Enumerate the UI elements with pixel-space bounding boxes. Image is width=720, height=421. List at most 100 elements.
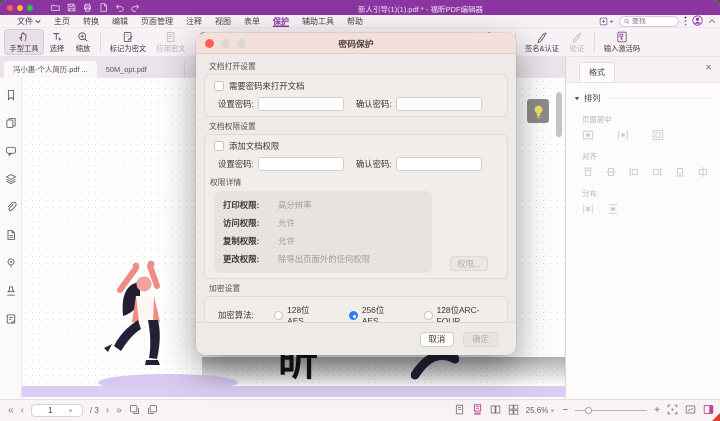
bookmark-icon[interactable]	[5, 89, 17, 101]
zoom-in-icon[interactable]: +	[654, 405, 660, 416]
aes128-radio[interactable]: 128位AES	[274, 304, 323, 322]
continuous-view-icon[interactable]	[472, 404, 483, 417]
checkbox-icon[interactable]	[214, 141, 224, 151]
page-number-input[interactable]	[40, 406, 60, 415]
form-fields-icon[interactable]	[5, 313, 17, 325]
perm-set-password-input[interactable]	[258, 157, 344, 171]
document-icon[interactable]	[5, 229, 17, 241]
apply-redact-button[interactable]: 应用密文	[151, 29, 191, 55]
new-document-icon[interactable]	[99, 3, 108, 12]
zoom-slider-knob[interactable]	[585, 407, 592, 414]
ok-button[interactable]: 确定	[463, 332, 498, 347]
perm-confirm-password-input[interactable]	[396, 157, 482, 171]
menu-accessibility[interactable]: 辅助工具	[302, 15, 334, 27]
zoom-level-dropdown[interactable]: 25.6%	[526, 406, 556, 415]
open-confirm-password-input[interactable]	[396, 97, 482, 111]
open-file-icon[interactable]	[51, 3, 60, 12]
menu-file[interactable]: 文件	[17, 15, 41, 27]
center-vertical-icon[interactable]	[617, 129, 629, 141]
center-horizontal-icon[interactable]	[582, 129, 594, 141]
vertical-scrollbar[interactable]	[556, 92, 562, 137]
permissions-button[interactable]: 权限...	[450, 256, 488, 271]
save-icon[interactable]	[67, 3, 76, 12]
undo-icon[interactable]	[115, 3, 124, 12]
arcfour128-radio[interactable]: 128位ARC-FOUR	[424, 304, 498, 322]
last-page-icon[interactable]: »	[116, 406, 122, 416]
align-right-icon[interactable]	[651, 166, 663, 178]
menu-protect[interactable]: 保护	[273, 15, 289, 27]
open-set-password-input[interactable]	[258, 97, 344, 111]
account-avatar[interactable]	[692, 15, 703, 28]
minimize-window-button[interactable]	[17, 5, 23, 11]
prev-page-icon[interactable]: ‹	[21, 406, 24, 416]
print-icon[interactable]	[83, 3, 92, 12]
destinations-icon[interactable]	[5, 257, 17, 269]
menu-comment[interactable]: 注释	[186, 15, 202, 27]
zoom-out-icon[interactable]: −	[562, 405, 568, 416]
comments-icon[interactable]	[5, 145, 17, 157]
single-page-view-icon[interactable]	[454, 404, 465, 417]
distribute-vertical-icon[interactable]	[607, 203, 619, 215]
document-tab[interactable]: 50M_opt.pdf	[97, 61, 185, 78]
first-page-icon[interactable]: «	[8, 406, 14, 416]
fit-page-icon[interactable]	[667, 404, 678, 417]
attachments-icon[interactable]	[5, 201, 17, 213]
verify-button[interactable]: 验证	[564, 29, 590, 55]
continuous-facing-view-icon[interactable]	[508, 404, 519, 417]
zoom-slider[interactable]	[575, 407, 647, 414]
signature-icon[interactable]	[5, 285, 17, 297]
next-page-icon[interactable]: ›	[106, 406, 109, 416]
activation-code-button[interactable]: 输入激活码	[599, 29, 645, 55]
select-tool-button[interactable]: 选择	[44, 29, 70, 55]
search-box[interactable]	[619, 16, 679, 27]
center-both-icon[interactable]	[652, 129, 664, 141]
redo-icon[interactable]	[131, 3, 140, 12]
menu-edit[interactable]: 编辑	[112, 15, 128, 27]
close-window-button[interactable]	[7, 5, 13, 11]
note-annotation[interactable]	[527, 99, 549, 123]
zoom-tool-button[interactable]: 缩放	[70, 29, 96, 55]
menubar: 文件 主页 转换 编辑 页面管理 注释 视图 表单 保护 辅助工具 帮助	[0, 15, 720, 28]
layers-icon[interactable]	[5, 173, 17, 185]
close-panel-icon[interactable]: ✕	[705, 64, 712, 72]
hand-tool-button[interactable]: 手型工具	[4, 29, 44, 55]
dialog-footer: 取消 确定	[196, 322, 516, 355]
menu-view[interactable]: 视图	[215, 15, 231, 27]
fullscreen-icon[interactable]	[685, 404, 696, 417]
menu-help[interactable]: 帮助	[347, 15, 363, 27]
sign-certify-button[interactable]: 签名&认证	[520, 29, 564, 55]
aes256-radio[interactable]: 256位AES	[349, 304, 398, 322]
menu-convert[interactable]: 转换	[83, 15, 99, 27]
radio-icon[interactable]	[274, 311, 283, 320]
arrange-section-header[interactable]: 排列	[574, 92, 712, 104]
mark-redact-button[interactable]: 标记为密文	[105, 29, 151, 55]
facing-view-icon[interactable]	[490, 404, 501, 417]
require-password-checkbox[interactable]: 需要密码来打开文档	[214, 80, 498, 92]
cancel-button[interactable]: 取消	[420, 332, 455, 347]
radio-icon[interactable]	[424, 311, 433, 320]
format-tab[interactable]: 格式	[579, 62, 615, 82]
menu-page-management[interactable]: 页面管理	[141, 15, 173, 27]
find-options-icon[interactable]	[599, 17, 614, 26]
collapse-toolbar-icon[interactable]	[708, 17, 716, 26]
add-permission-checkbox[interactable]: 添加文档权限	[214, 140, 498, 152]
next-view-icon[interactable]	[147, 404, 158, 417]
document-tab-active[interactable]: 冯小惠-个人简历.pdf ...	[4, 61, 97, 78]
radio-selected-icon[interactable]	[349, 311, 358, 320]
align-left-icon[interactable]	[628, 166, 640, 178]
dialog-title: 密码保护	[196, 37, 516, 50]
thumbnails-icon[interactable]	[5, 117, 17, 129]
align-top-icon[interactable]	[582, 166, 594, 178]
menu-form[interactable]: 表单	[244, 15, 260, 27]
checkbox-icon[interactable]	[214, 81, 224, 91]
zoom-window-button[interactable]	[27, 5, 33, 11]
page-number-box[interactable]	[31, 404, 83, 417]
menu-home[interactable]: 主页	[54, 15, 70, 27]
previous-view-icon[interactable]	[129, 404, 140, 417]
search-input[interactable]	[632, 18, 674, 25]
align-middle-icon[interactable]	[605, 166, 617, 178]
more-options-icon[interactable]	[684, 16, 687, 28]
align-bottom-icon[interactable]	[674, 166, 686, 178]
align-center-icon[interactable]	[697, 166, 709, 178]
distribute-horizontal-icon[interactable]	[582, 203, 594, 215]
